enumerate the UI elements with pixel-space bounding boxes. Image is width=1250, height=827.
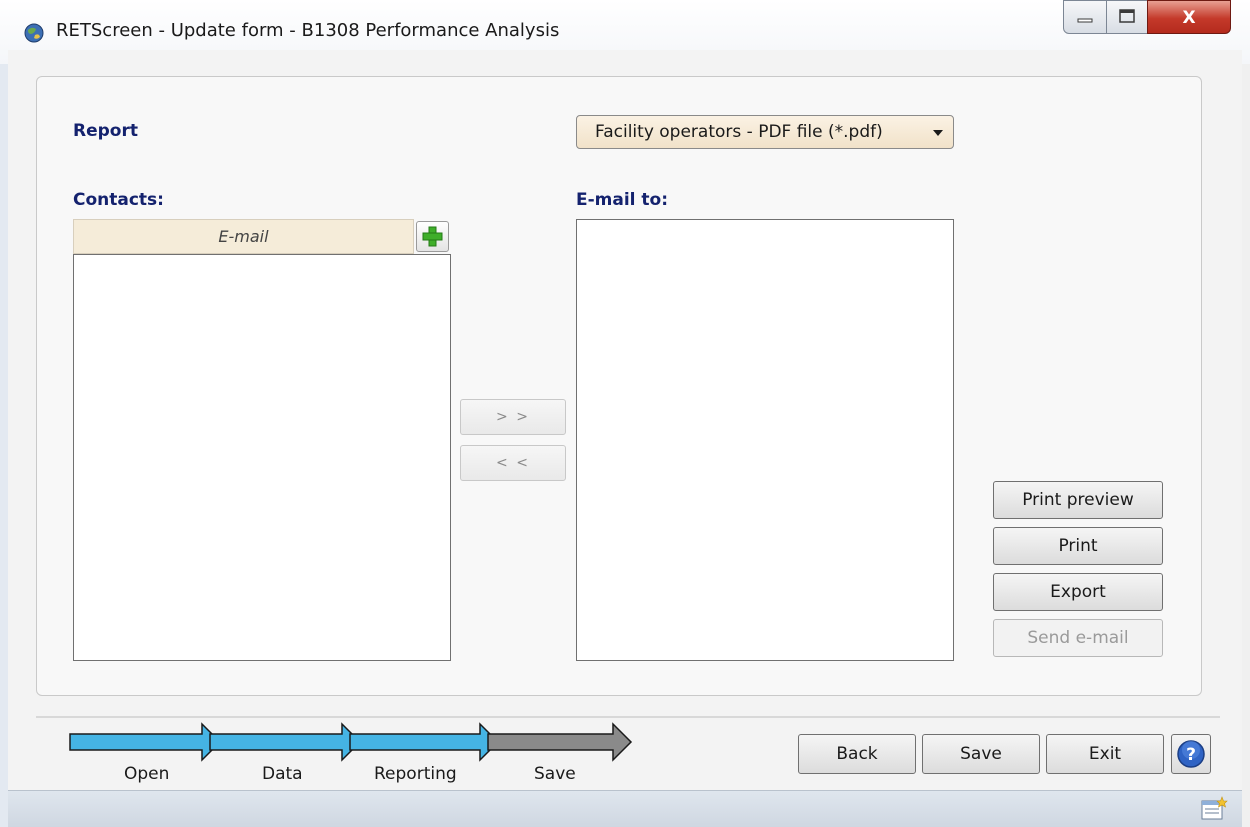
window-border: [0, 64, 8, 827]
maximize-button[interactable]: [1106, 0, 1148, 34]
workflow-step-open: Open: [124, 764, 170, 784]
remove-from-email-button[interactable]: < <: [460, 445, 566, 481]
export-button[interactable]: Export: [993, 573, 1163, 611]
workflow-arrow-open[interactable]: [69, 722, 222, 762]
move-to-email-button[interactable]: > >: [460, 399, 566, 435]
report-label: Report: [73, 121, 138, 141]
workflow-step-save: Save: [534, 764, 576, 784]
maximize-icon: [1119, 9, 1135, 23]
help-button[interactable]: ?: [1171, 734, 1211, 774]
retscreen-globe-icon: [23, 22, 45, 48]
window-title: RETScreen - Update form - B1308 Performa…: [56, 20, 560, 41]
contacts-label: Contacts:: [73, 190, 164, 210]
svg-text:?: ?: [1186, 745, 1196, 765]
help-icon: ?: [1177, 740, 1205, 768]
close-button[interactable]: X: [1147, 0, 1231, 34]
exit-button[interactable]: Exit: [1046, 734, 1164, 774]
print-preview-button[interactable]: Print preview: [993, 481, 1163, 519]
workflow-step-reporting: Reporting: [374, 764, 457, 784]
plus-icon: [422, 226, 443, 247]
contacts-list[interactable]: [73, 254, 451, 661]
workflow-arrow-save[interactable]: [487, 722, 633, 762]
back-button[interactable]: Back: [798, 734, 916, 774]
workflow-progress: [69, 722, 633, 762]
minimize-icon: [1077, 18, 1093, 23]
workflow-step-data: Data: [262, 764, 303, 784]
email-to-label: E-mail to:: [576, 190, 669, 210]
divider: [36, 716, 1220, 718]
minimize-button[interactable]: [1063, 0, 1107, 34]
email-to-list[interactable]: [576, 219, 954, 661]
contacts-email-column-header[interactable]: E-mail: [73, 219, 414, 254]
status-bar: [8, 790, 1242, 827]
report-dropdown-value: Facility operators - PDF file (*.pdf): [595, 122, 883, 142]
new-form-icon[interactable]: [1200, 796, 1228, 826]
save-button[interactable]: Save: [922, 734, 1040, 774]
report-dropdown[interactable]: Facility operators - PDF file (*.pdf): [576, 115, 954, 149]
chevron-down-icon: [933, 130, 943, 136]
close-glyph: X: [1182, 8, 1195, 28]
workflow-arrow-data[interactable]: [209, 722, 362, 762]
add-contact-button[interactable]: [416, 221, 449, 252]
workflow-arrow-reporting[interactable]: [349, 722, 500, 762]
close-icon: X: [1182, 8, 1195, 28]
print-button[interactable]: Print: [993, 527, 1163, 565]
send-email-button[interactable]: Send e-mail: [993, 619, 1163, 657]
